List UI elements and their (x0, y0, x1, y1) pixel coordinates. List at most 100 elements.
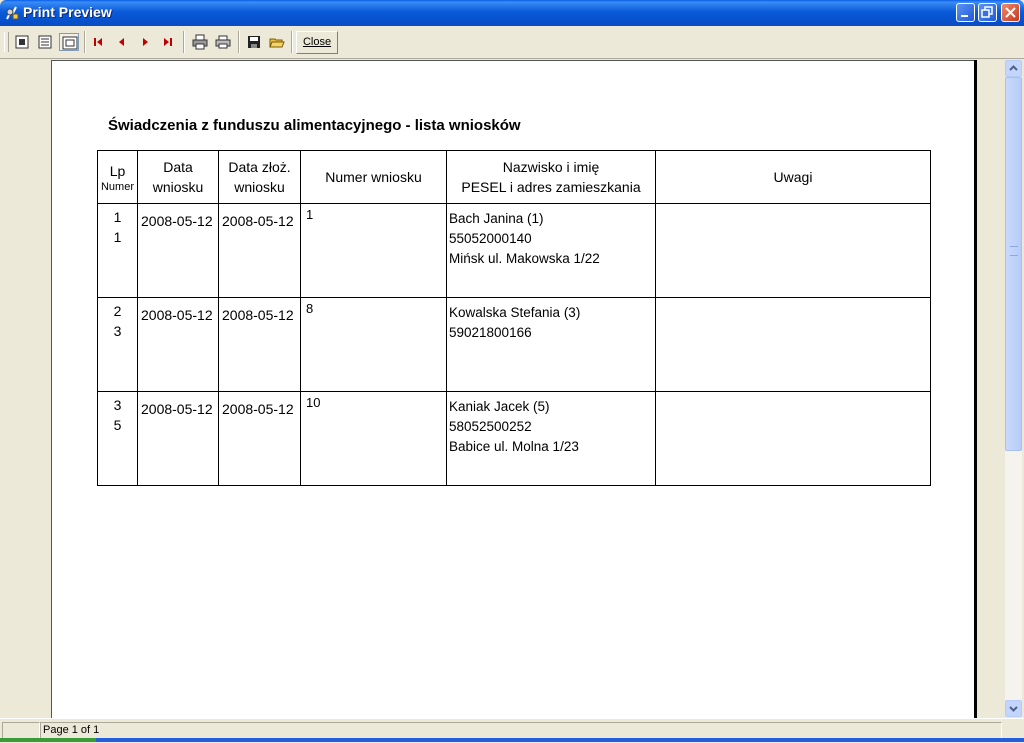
save-button[interactable] (244, 33, 264, 51)
one-page-icon (15, 35, 29, 49)
app-icon (6, 6, 19, 20)
title-bar[interactable]: Print Preview (0, 0, 1024, 26)
cell-lp: 1 1 (97, 203, 138, 298)
person-pesel: 55052000140 (449, 231, 532, 246)
open-icon (269, 38, 285, 48)
scroll-up-button[interactable] (1005, 60, 1022, 77)
zoom-fit-icon (62, 36, 78, 50)
table-header-row: Lp Numer Data wniosku Data złoż. wniosku… (97, 150, 931, 204)
header-text: Data (163, 159, 193, 175)
toolbar-separator (291, 31, 293, 53)
minimize-icon (961, 15, 968, 17)
close-window-button[interactable] (1001, 3, 1020, 22)
header-application-number: Numer wniosku (300, 150, 447, 204)
cell-name-pesel-address: Kaniak Jacek (5) 58052500252 Babice ul. … (446, 391, 656, 486)
header-lp: Lp Numer (97, 150, 138, 204)
print-setup-button[interactable] (190, 33, 210, 51)
cell-application-number: 10 (300, 391, 447, 486)
print-icon (215, 35, 231, 49)
numer-value: 5 (113, 417, 122, 433)
report-title: Świadczenia z funduszu alimentacyjnego -… (108, 117, 521, 134)
cell-name-pesel-address: Bach Janina (1) 55052000140 Mińsk ul. Ma… (446, 203, 656, 298)
one-page-button[interactable] (12, 33, 32, 51)
print-setup-icon (192, 34, 208, 50)
next-page-icon (143, 38, 148, 46)
toolbar-grip[interactable] (4, 32, 9, 52)
numer-value: 1 (113, 229, 122, 245)
header-name-pesel-address: Nazwisko i imię PESEL i adres zamieszkan… (446, 150, 656, 204)
person-pesel: 59021800166 (449, 325, 532, 340)
header-lp-sub: Numer (100, 181, 134, 193)
scroll-down-button[interactable] (1005, 700, 1022, 717)
table-row: 3 5 2008-05-12 2008-05-12 10 Kaniak Jace… (97, 391, 931, 486)
last-page-icon (164, 38, 172, 46)
toolbar-separator (84, 31, 86, 53)
close-button[interactable]: Close (296, 31, 338, 54)
lp-value: 3 (113, 397, 122, 413)
person-pesel: 58052500252 (449, 419, 532, 434)
multi-page-button[interactable] (35, 33, 55, 51)
header-text: wniosku (234, 179, 285, 195)
header-lp-label: Lp (109, 163, 126, 179)
person-address: Babice ul. Molna 1/23 (449, 439, 579, 454)
multi-page-icon (38, 35, 52, 49)
lp-value: 1 (113, 209, 122, 225)
cell-application-number: 1 (300, 203, 447, 298)
header-text: PESEL i adres zamieszkania (461, 179, 641, 195)
taskbar-strip (0, 738, 1024, 742)
start-button-strip[interactable] (0, 738, 96, 742)
report-table: Lp Numer Data wniosku Data złoż. wniosku… (97, 150, 931, 486)
vertical-scrollbar[interactable] (1005, 60, 1022, 717)
prev-page-icon (119, 38, 124, 46)
header-application-date: Data wniosku (137, 150, 219, 204)
header-submission-date: Data złoż. wniosku (218, 150, 301, 204)
cell-submission-date: 2008-05-12 (218, 391, 301, 486)
cell-lp: 2 3 (97, 297, 138, 392)
cell-remarks (655, 391, 931, 486)
print-button[interactable] (213, 33, 233, 51)
toolbar-separator (238, 31, 240, 53)
close-icon (1005, 7, 1016, 18)
minimize-button[interactable] (956, 3, 975, 22)
person-name: Kaniak Jacek (5) (449, 399, 550, 414)
header-remarks: Uwagi (655, 150, 931, 204)
last-page-button[interactable] (158, 33, 178, 51)
table-row: 2 3 2008-05-12 2008-05-12 8 Kowalska Ste… (97, 297, 931, 392)
restore-button[interactable] (978, 3, 997, 22)
preview-area[interactable]: Świadczenia z funduszu alimentacyjnego -… (0, 60, 1005, 718)
table-row: 1 1 2008-05-12 2008-05-12 1 Bach Janina … (97, 203, 931, 298)
save-icon (248, 36, 260, 48)
cell-remarks (655, 297, 931, 392)
report-page: Świadczenia z funduszu alimentacyjnego -… (51, 60, 974, 718)
cell-application-date: 2008-05-12 (137, 391, 219, 486)
scroll-thumb[interactable] (1005, 77, 1022, 451)
thumb-grip-icon (1010, 246, 1018, 256)
numer-value: 3 (113, 323, 122, 339)
chevron-up-icon (1009, 65, 1018, 71)
cell-application-date: 2008-05-12 (137, 297, 219, 392)
prev-page-button[interactable] (112, 33, 132, 51)
cell-remarks (655, 203, 931, 298)
first-page-icon (94, 38, 102, 46)
open-button[interactable] (267, 33, 287, 51)
cell-application-date: 2008-05-12 (137, 203, 219, 298)
zoom-fit-button[interactable] (59, 33, 79, 51)
first-page-button[interactable] (89, 33, 109, 51)
header-text: Nazwisko i imię (502, 159, 600, 175)
cell-name-pesel-address: Kowalska Stefania (3) 59021800166 (446, 297, 656, 392)
toolbar: Close (0, 26, 1024, 59)
person-name: Kowalska Stefania (3) (449, 305, 581, 320)
next-page-button[interactable] (135, 33, 155, 51)
person-name: Bach Janina (1) (449, 211, 544, 226)
cell-lp: 3 5 (97, 391, 138, 486)
cell-application-number: 8 (300, 297, 447, 392)
cell-submission-date: 2008-05-12 (218, 297, 301, 392)
chevron-down-icon (1009, 706, 1018, 712)
page-info: Page 1 of 1 (43, 724, 100, 736)
restore-icon (981, 6, 993, 18)
cell-submission-date: 2008-05-12 (218, 203, 301, 298)
header-text: Data złoż. (228, 159, 291, 175)
person-address: Mińsk ul. Makowska 1/22 (449, 251, 600, 266)
lp-value: 2 (113, 303, 122, 319)
window-title: Print Preview (23, 4, 112, 20)
